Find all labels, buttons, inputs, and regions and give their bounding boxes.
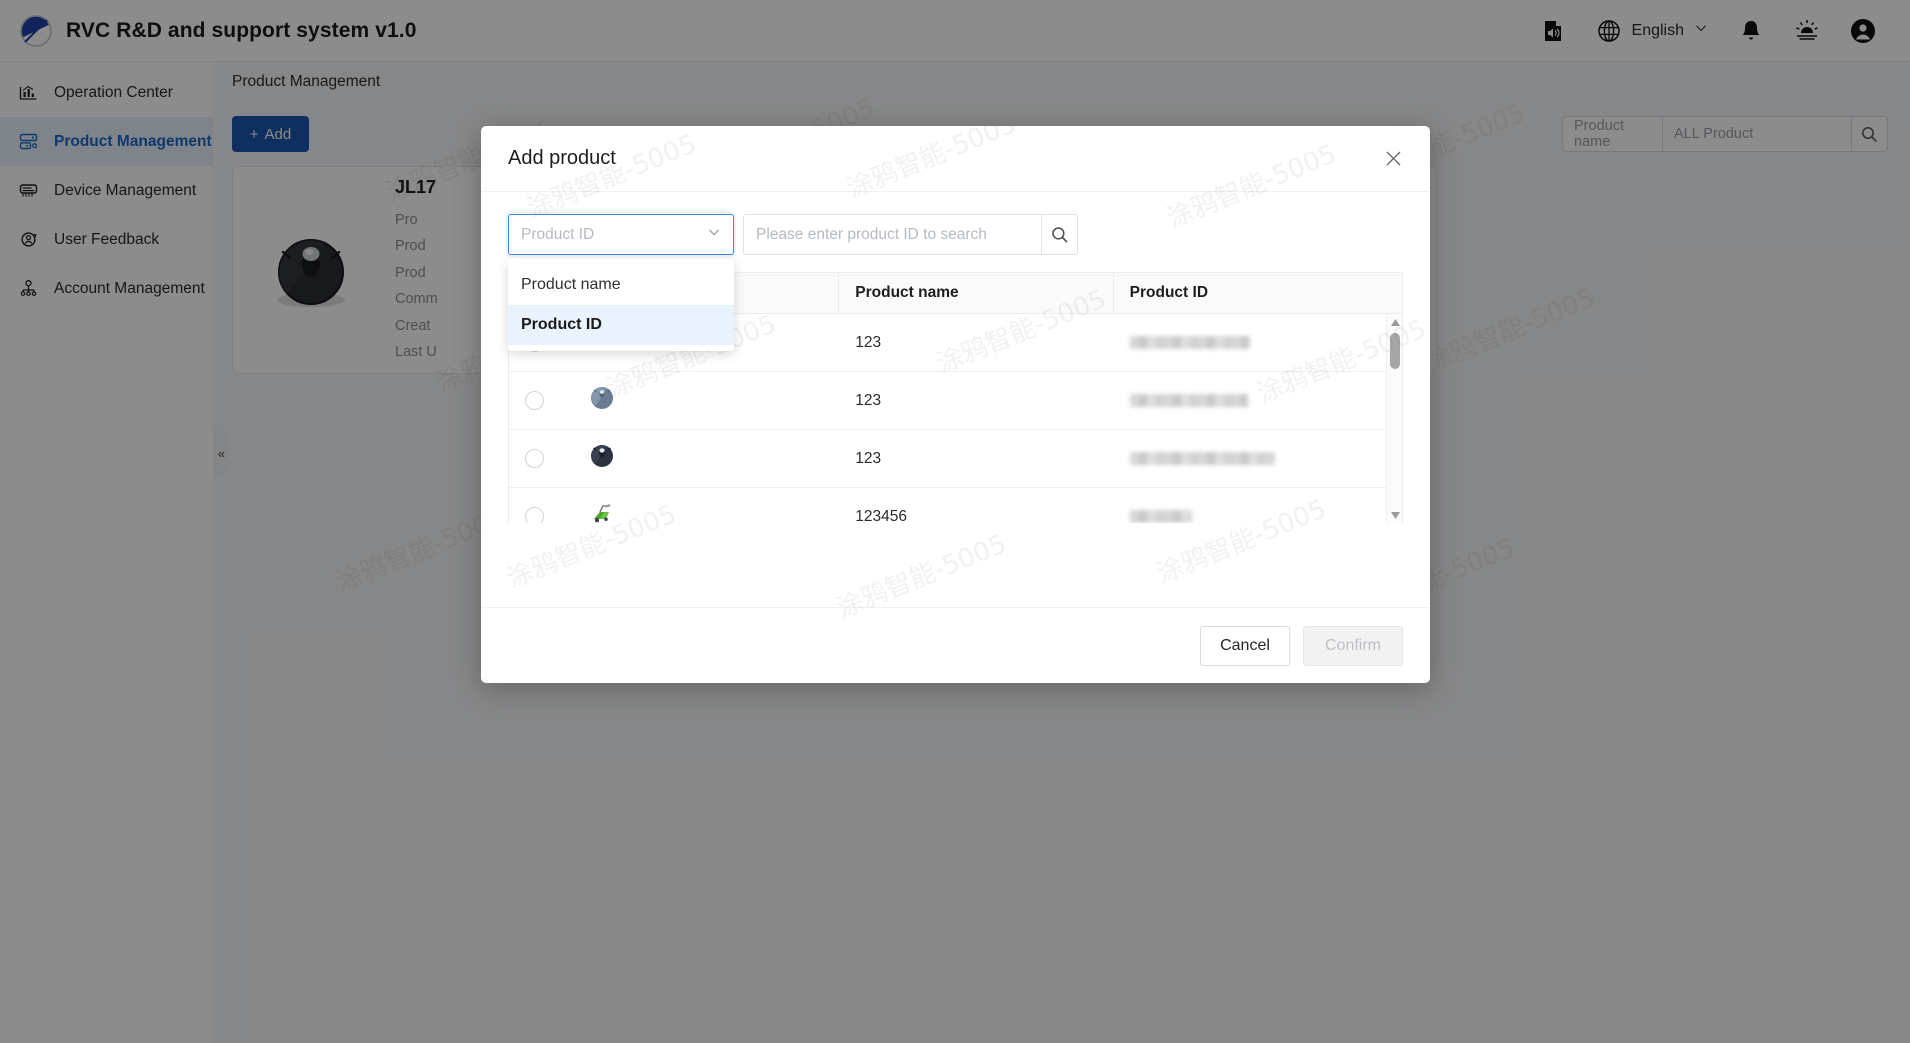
row-product-id [1114,488,1402,523]
table-header-product-id: Product ID [1129,284,1209,301]
redacted-product-id [1129,510,1192,523]
row-product-name: 123 [855,391,882,409]
triangle-down-icon[interactable] [1387,507,1402,523]
row-product-name: 123 [855,449,882,467]
robot-vacuum-dark-icon [588,442,616,475]
cancel-button[interactable]: Cancel [1200,625,1290,666]
modal-header: Add product [481,126,1430,192]
search-type-select[interactable]: Product ID [508,214,734,255]
row-product-id [1114,314,1402,371]
redacted-product-id [1129,336,1250,349]
row-product-id [1114,430,1402,487]
search-type-option-product-name[interactable]: Product name [508,265,734,305]
modal-title: Add product [508,147,616,169]
search-type-dropdown: Product ID Product name Product ID [508,214,734,351]
triangle-up-icon[interactable] [1387,314,1402,330]
row-image-cell [572,488,839,523]
row-radio-button[interactable] [525,391,544,410]
row-product-name: 123 [855,333,882,351]
row-select-cell [509,488,572,523]
row-image-cell [572,372,839,429]
confirm-button[interactable]: Confirm [1303,625,1403,666]
modal-search-input[interactable]: Please enter product ID to search [743,214,1041,255]
lawn-mower-green-icon [588,500,616,523]
chevron-down-icon [707,225,721,244]
modal-search-placeholder: Please enter product ID to search [756,225,987,243]
table-row[interactable]: 123456 [509,488,1402,523]
table-row[interactable]: 123 [509,430,1402,488]
robot-vacuum-grey-icon [588,384,616,417]
row-select-cell [509,430,572,487]
row-product-id [1114,372,1402,429]
row-radio-button[interactable] [525,449,544,468]
table-row[interactable]: 123 [509,372,1402,430]
modal-filter-row: Product ID Product name Product ID Pleas… [508,214,1403,351]
row-product-name: 123456 [855,507,908,524]
table-scrollbar[interactable] [1386,314,1402,523]
redacted-product-id [1129,452,1275,465]
search-type-options: Product name Product ID [508,259,734,351]
modal-body: Product ID Product name Product ID Pleas… [481,192,1430,523]
row-select-cell [509,372,572,429]
add-product-modal: 涂鸦智能-5005 涂鸦智能-5005 涂鸦智能-5005 涂鸦智能-5005 … [481,126,1430,683]
search-icon [1051,226,1068,243]
search-type-option-product-id[interactable]: Product ID [508,305,734,345]
redacted-product-id [1129,394,1248,407]
search-type-placeholder: Product ID [521,225,595,243]
app-root: RVC R&D and support system v1.0 English … [0,0,1910,1043]
scrollbar-thumb[interactable] [1390,333,1400,369]
row-radio-button[interactable] [525,507,544,523]
modal-search-button[interactable] [1041,214,1078,255]
row-image-cell [572,430,839,487]
modal-footer: Cancel Confirm [481,607,1430,683]
table-header-product-name: Product name [839,273,1114,313]
modal-search-group: Please enter product ID to search [743,214,1078,255]
close-icon[interactable] [1380,146,1406,172]
